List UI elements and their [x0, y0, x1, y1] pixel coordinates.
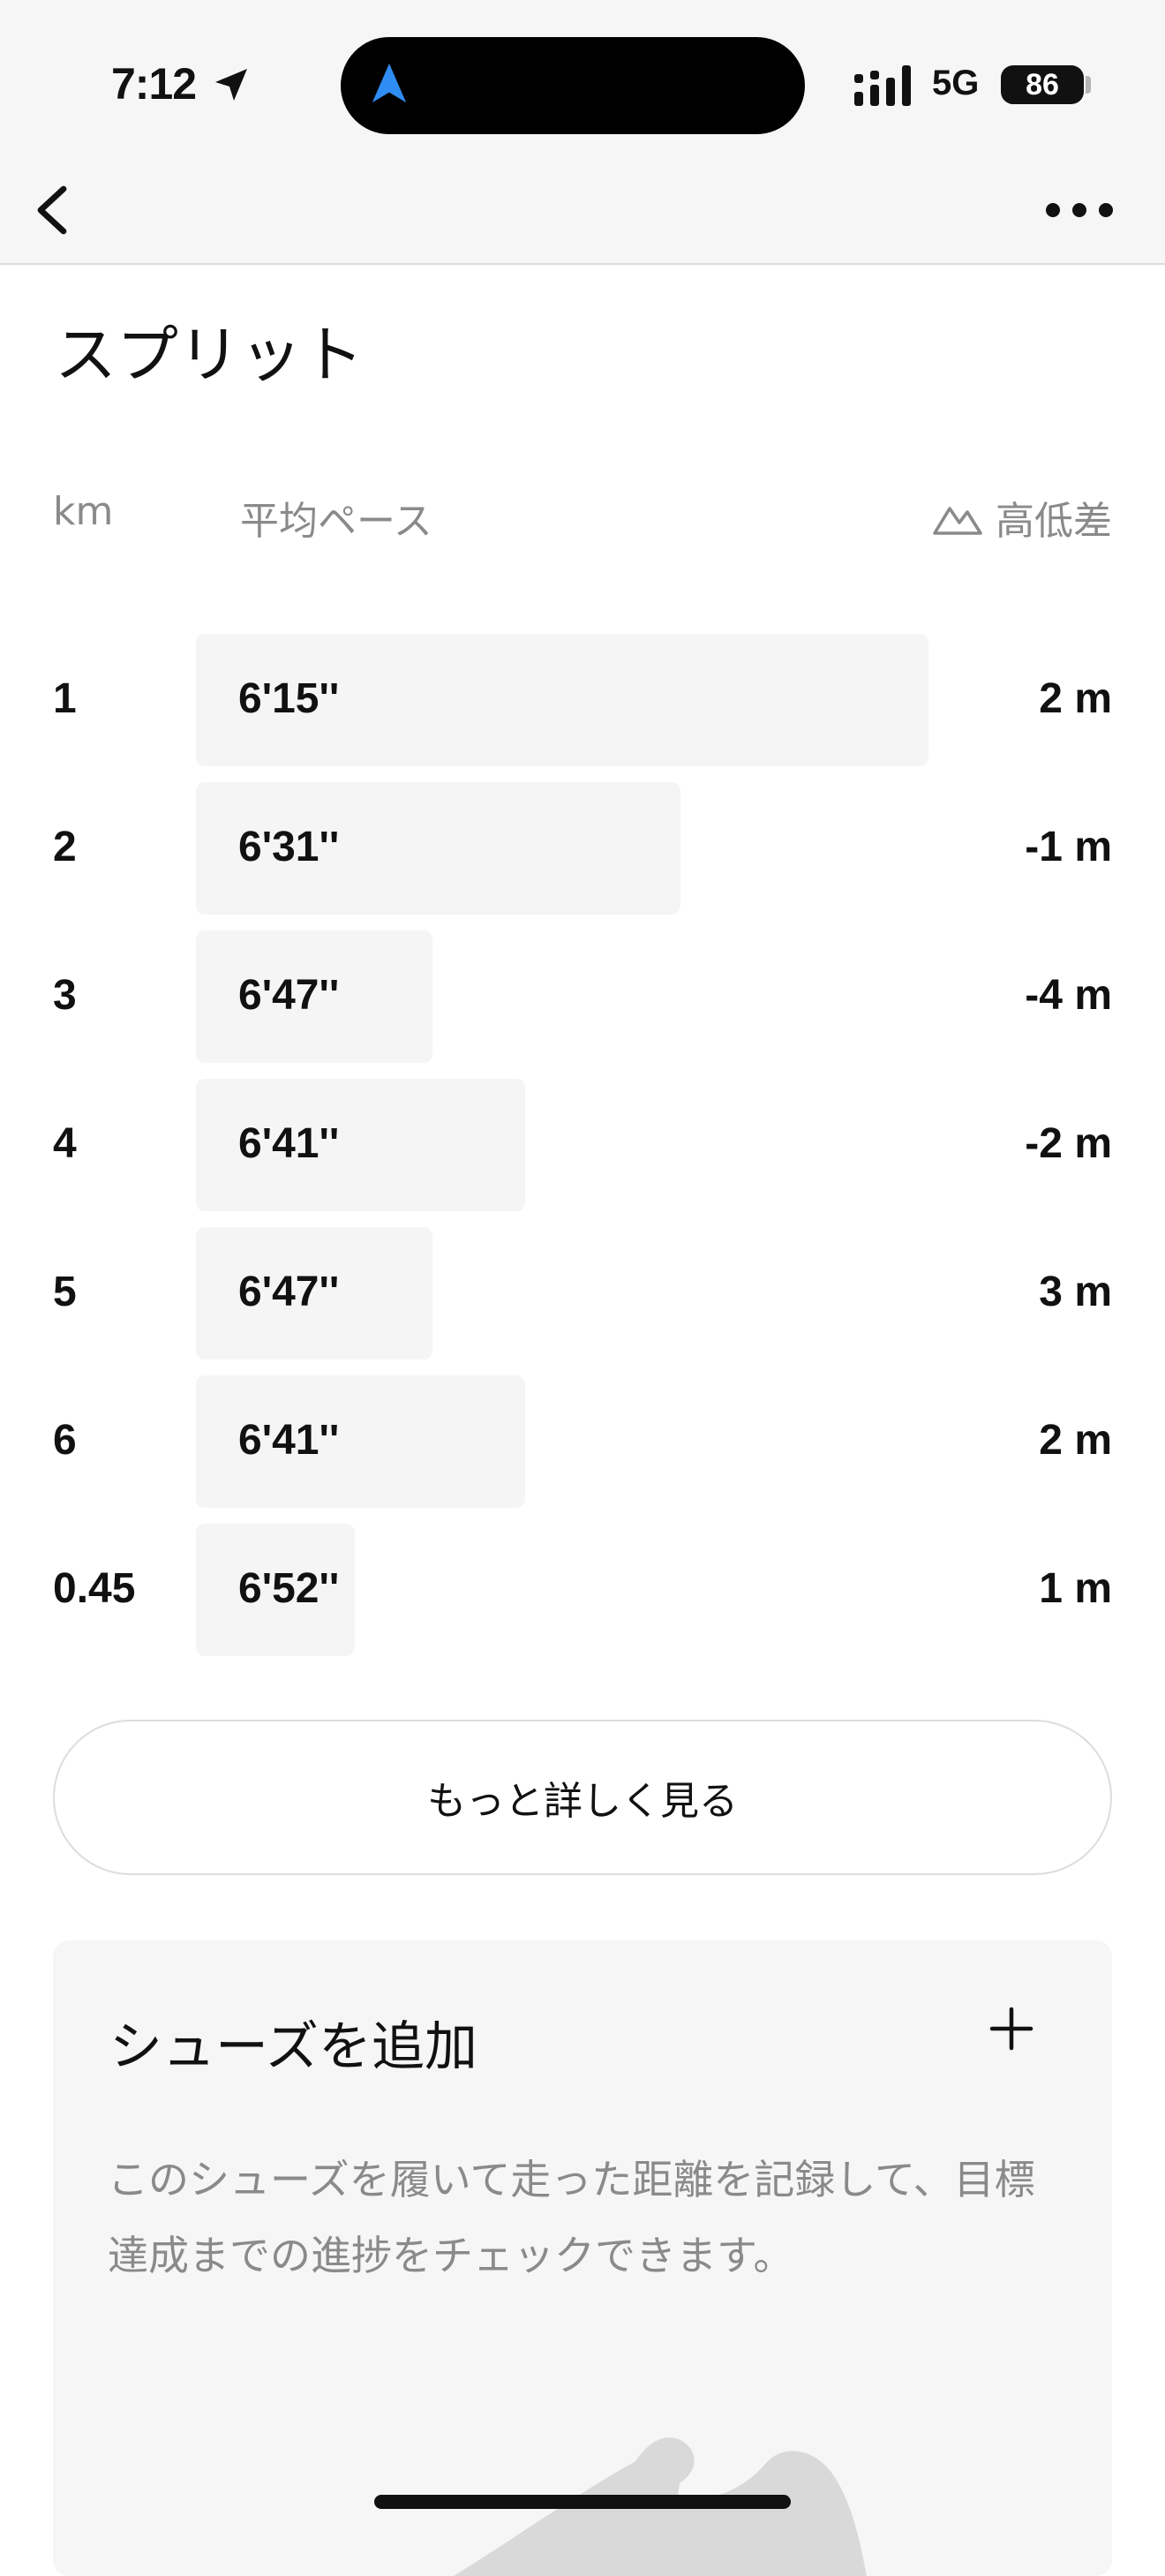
split-km: 5 [53, 1269, 77, 1315]
split-km: 1 [53, 675, 77, 722]
back-chevron-icon[interactable] [23, 178, 86, 242]
status-time: 7:12 [111, 59, 197, 109]
split-elevation: -4 m [1025, 972, 1112, 1019]
splits-table: 1 6'15'' 2 m 2 6'31'' -1 m 3 6'47'' -4 m… [0, 634, 1165, 1672]
battery-level: 86 [1001, 65, 1084, 104]
column-header-km: km [53, 489, 114, 534]
network-type: 5G [932, 64, 980, 102]
add-shoes-card[interactable]: シューズを追加 このシューズを履いて走った距離を記録して、目標達成までの進捗をチ… [53, 1940, 1112, 2576]
add-shoes-description: このシューズを履いて走った距離を記録して、目標達成までの進捗をチェックできます。 [108, 2156, 1035, 2279]
elevation-mountain-icon [933, 507, 982, 535]
battery-tip [1086, 76, 1091, 94]
split-km: 4 [53, 1120, 77, 1167]
column-header-elevation-label: 高低差 [996, 499, 1112, 544]
split-elevation: -2 m [1025, 1120, 1112, 1167]
split-pace: 6'47'' [238, 1269, 340, 1315]
split-pace: 6'41'' [238, 1417, 340, 1464]
split-row: 2 6'31'' -1 m [0, 782, 1165, 930]
dynamic-island [341, 37, 805, 134]
split-row: 3 6'47'' -4 m [0, 930, 1165, 1079]
split-row: 6 6'41'' 2 m [0, 1375, 1165, 1524]
split-pace: 6'41'' [238, 1120, 340, 1167]
split-row: 0.45 6'52'' 1 m [0, 1524, 1165, 1672]
split-elevation: 1 m [1039, 1565, 1112, 1612]
split-pace: 6'31'' [238, 824, 340, 870]
see-more-details-button[interactable]: もっと詳しく見る [53, 1720, 1112, 1875]
split-pace: 6'47'' [238, 972, 340, 1019]
split-elevation: -1 m [1025, 824, 1112, 870]
cellular-signal-icon [854, 65, 911, 106]
split-row: 1 6'15'' 2 m [0, 634, 1165, 782]
more-options-icon[interactable] [1041, 194, 1117, 226]
home-indicator [374, 2495, 791, 2509]
column-header-pace: 平均ペース [240, 499, 432, 544]
split-pace: 6'15'' [238, 675, 340, 722]
column-header-elevation: 高低差 [932, 489, 1112, 546]
split-km: 0.45 [53, 1565, 136, 1612]
plus-icon[interactable] [987, 2004, 1036, 2053]
splits-title: スプリット [55, 319, 364, 391]
split-km: 2 [53, 824, 77, 870]
navigation-bar [0, 159, 1165, 265]
shoe-illustration-icon [453, 2437, 867, 2576]
split-km: 6 [53, 1417, 77, 1464]
split-pace: 6'52'' [238, 1565, 340, 1612]
split-km: 3 [53, 972, 77, 1019]
split-row: 4 6'41'' -2 m [0, 1079, 1165, 1227]
add-shoes-title: シューズを追加 [109, 2016, 477, 2078]
split-elevation: 2 m [1039, 675, 1112, 722]
split-row: 5 6'47'' 3 m [0, 1227, 1165, 1375]
navigation-arrow-icon [372, 64, 407, 103]
location-arrow-icon [215, 69, 247, 101]
split-elevation: 2 m [1039, 1417, 1112, 1464]
split-elevation: 3 m [1039, 1269, 1112, 1315]
status-bar: 7:12 5G 86 [0, 0, 1165, 159]
